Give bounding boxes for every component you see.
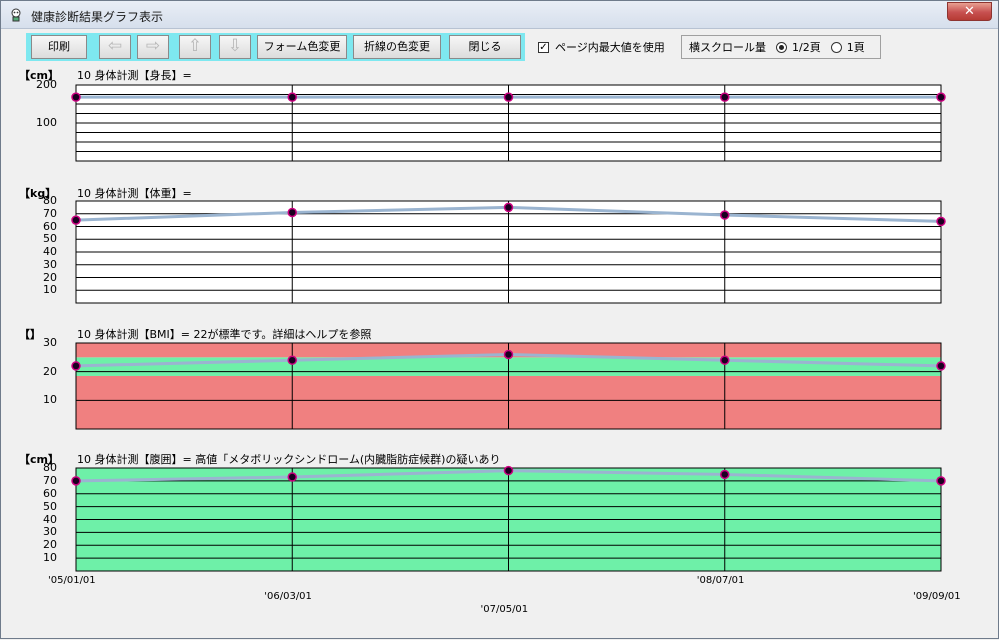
x-axis-label: '08/07/01 (696, 575, 745, 586)
x-axis-label: '09/09/01 (913, 591, 961, 602)
x-axis-label: '07/05/01 (480, 604, 529, 615)
data-point[interactable] (503, 465, 514, 476)
data-point[interactable] (287, 472, 297, 482)
chart-plot (71, 465, 946, 572)
x-axis-label: '06/03/01 (264, 591, 312, 602)
data-point[interactable] (720, 469, 730, 480)
x-axis-label: '05/01/01 (48, 575, 96, 586)
app-window: 健康診断結果グラフ表示 ✕ 印刷 ⇦ ⇨ ⇧ ⇩ フォーム色変更 折線の色変更 … (0, 0, 999, 639)
data-point[interactable] (936, 476, 946, 486)
data-point[interactable] (71, 476, 81, 486)
